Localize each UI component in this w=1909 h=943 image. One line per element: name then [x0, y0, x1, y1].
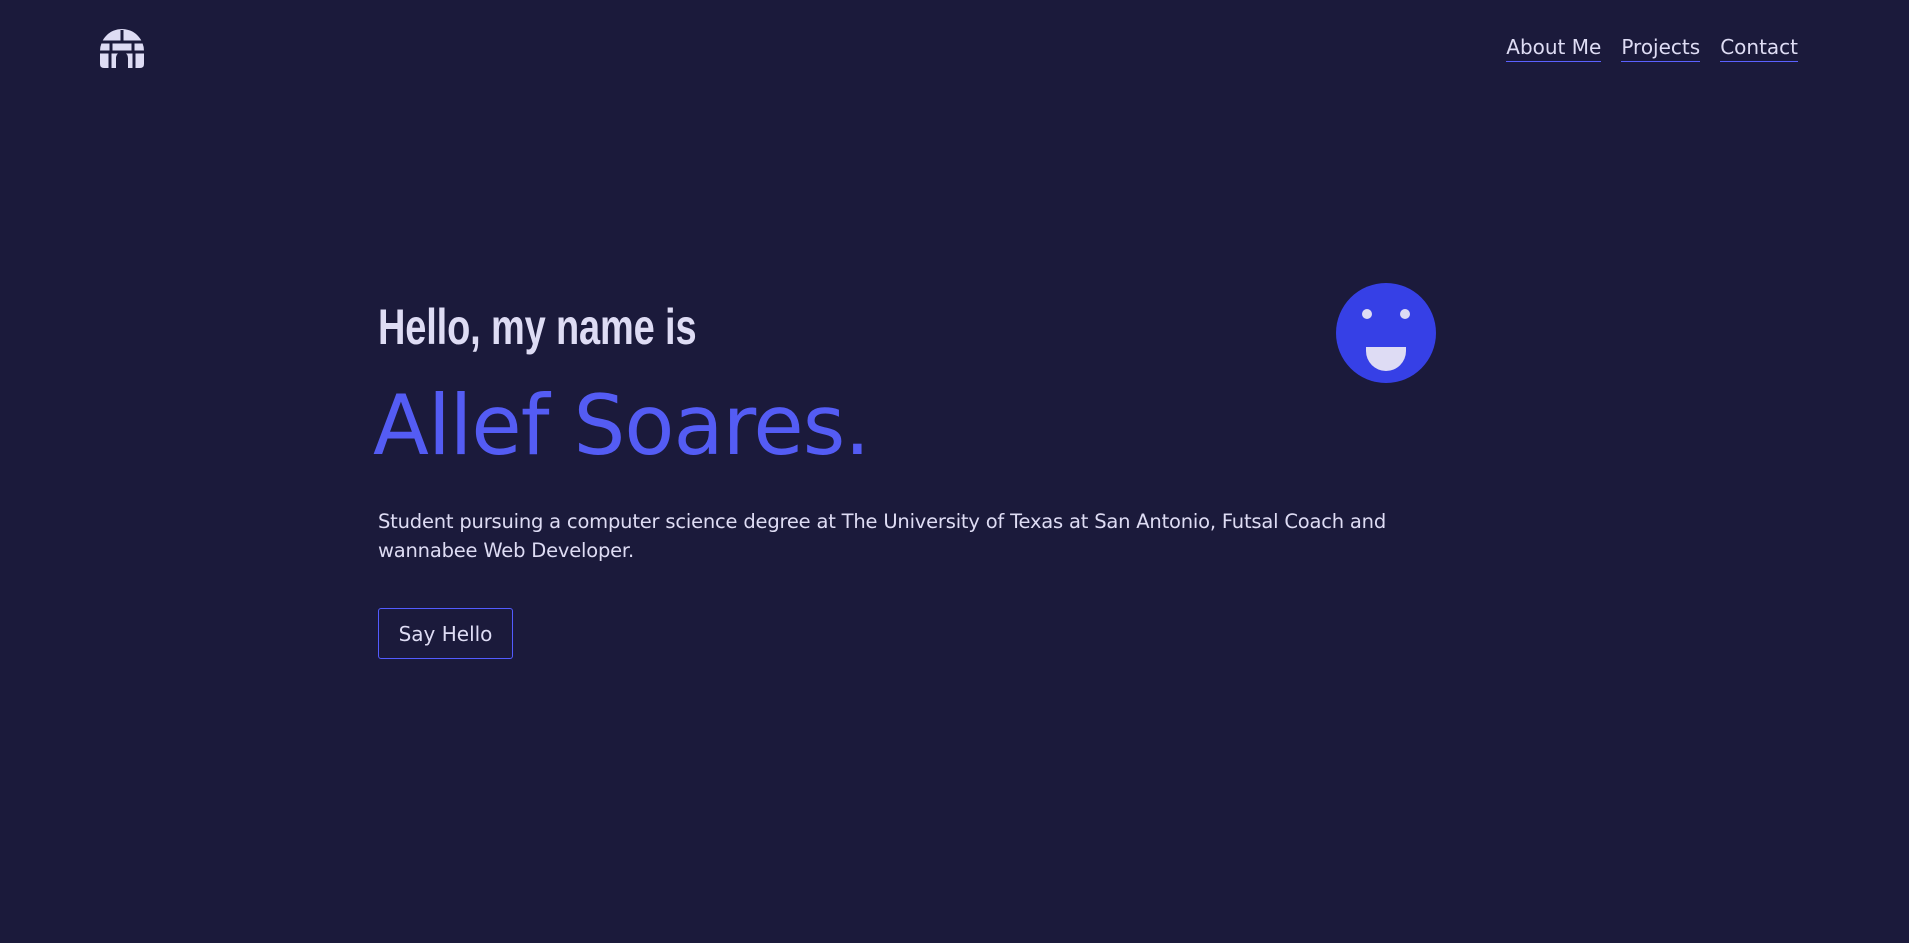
- smiley-face-icon: [1336, 283, 1436, 383]
- nav-projects-link[interactable]: Projects: [1621, 34, 1701, 62]
- site-header: About Me Projects Contact: [0, 0, 1909, 100]
- nav-about-me-link[interactable]: About Me: [1506, 34, 1602, 62]
- igloo-icon[interactable]: [99, 29, 145, 69]
- hero-description: Student pursuing a computer science degr…: [378, 510, 1386, 562]
- main-nav: About Me Projects Contact: [1506, 34, 1798, 62]
- nav-contact-link[interactable]: Contact: [1720, 34, 1798, 62]
- say-hello-button[interactable]: Say Hello: [378, 608, 513, 659]
- hero-greeting: Hello, my name is: [378, 299, 697, 355]
- hero-name: Allef Soares.: [373, 377, 870, 474]
